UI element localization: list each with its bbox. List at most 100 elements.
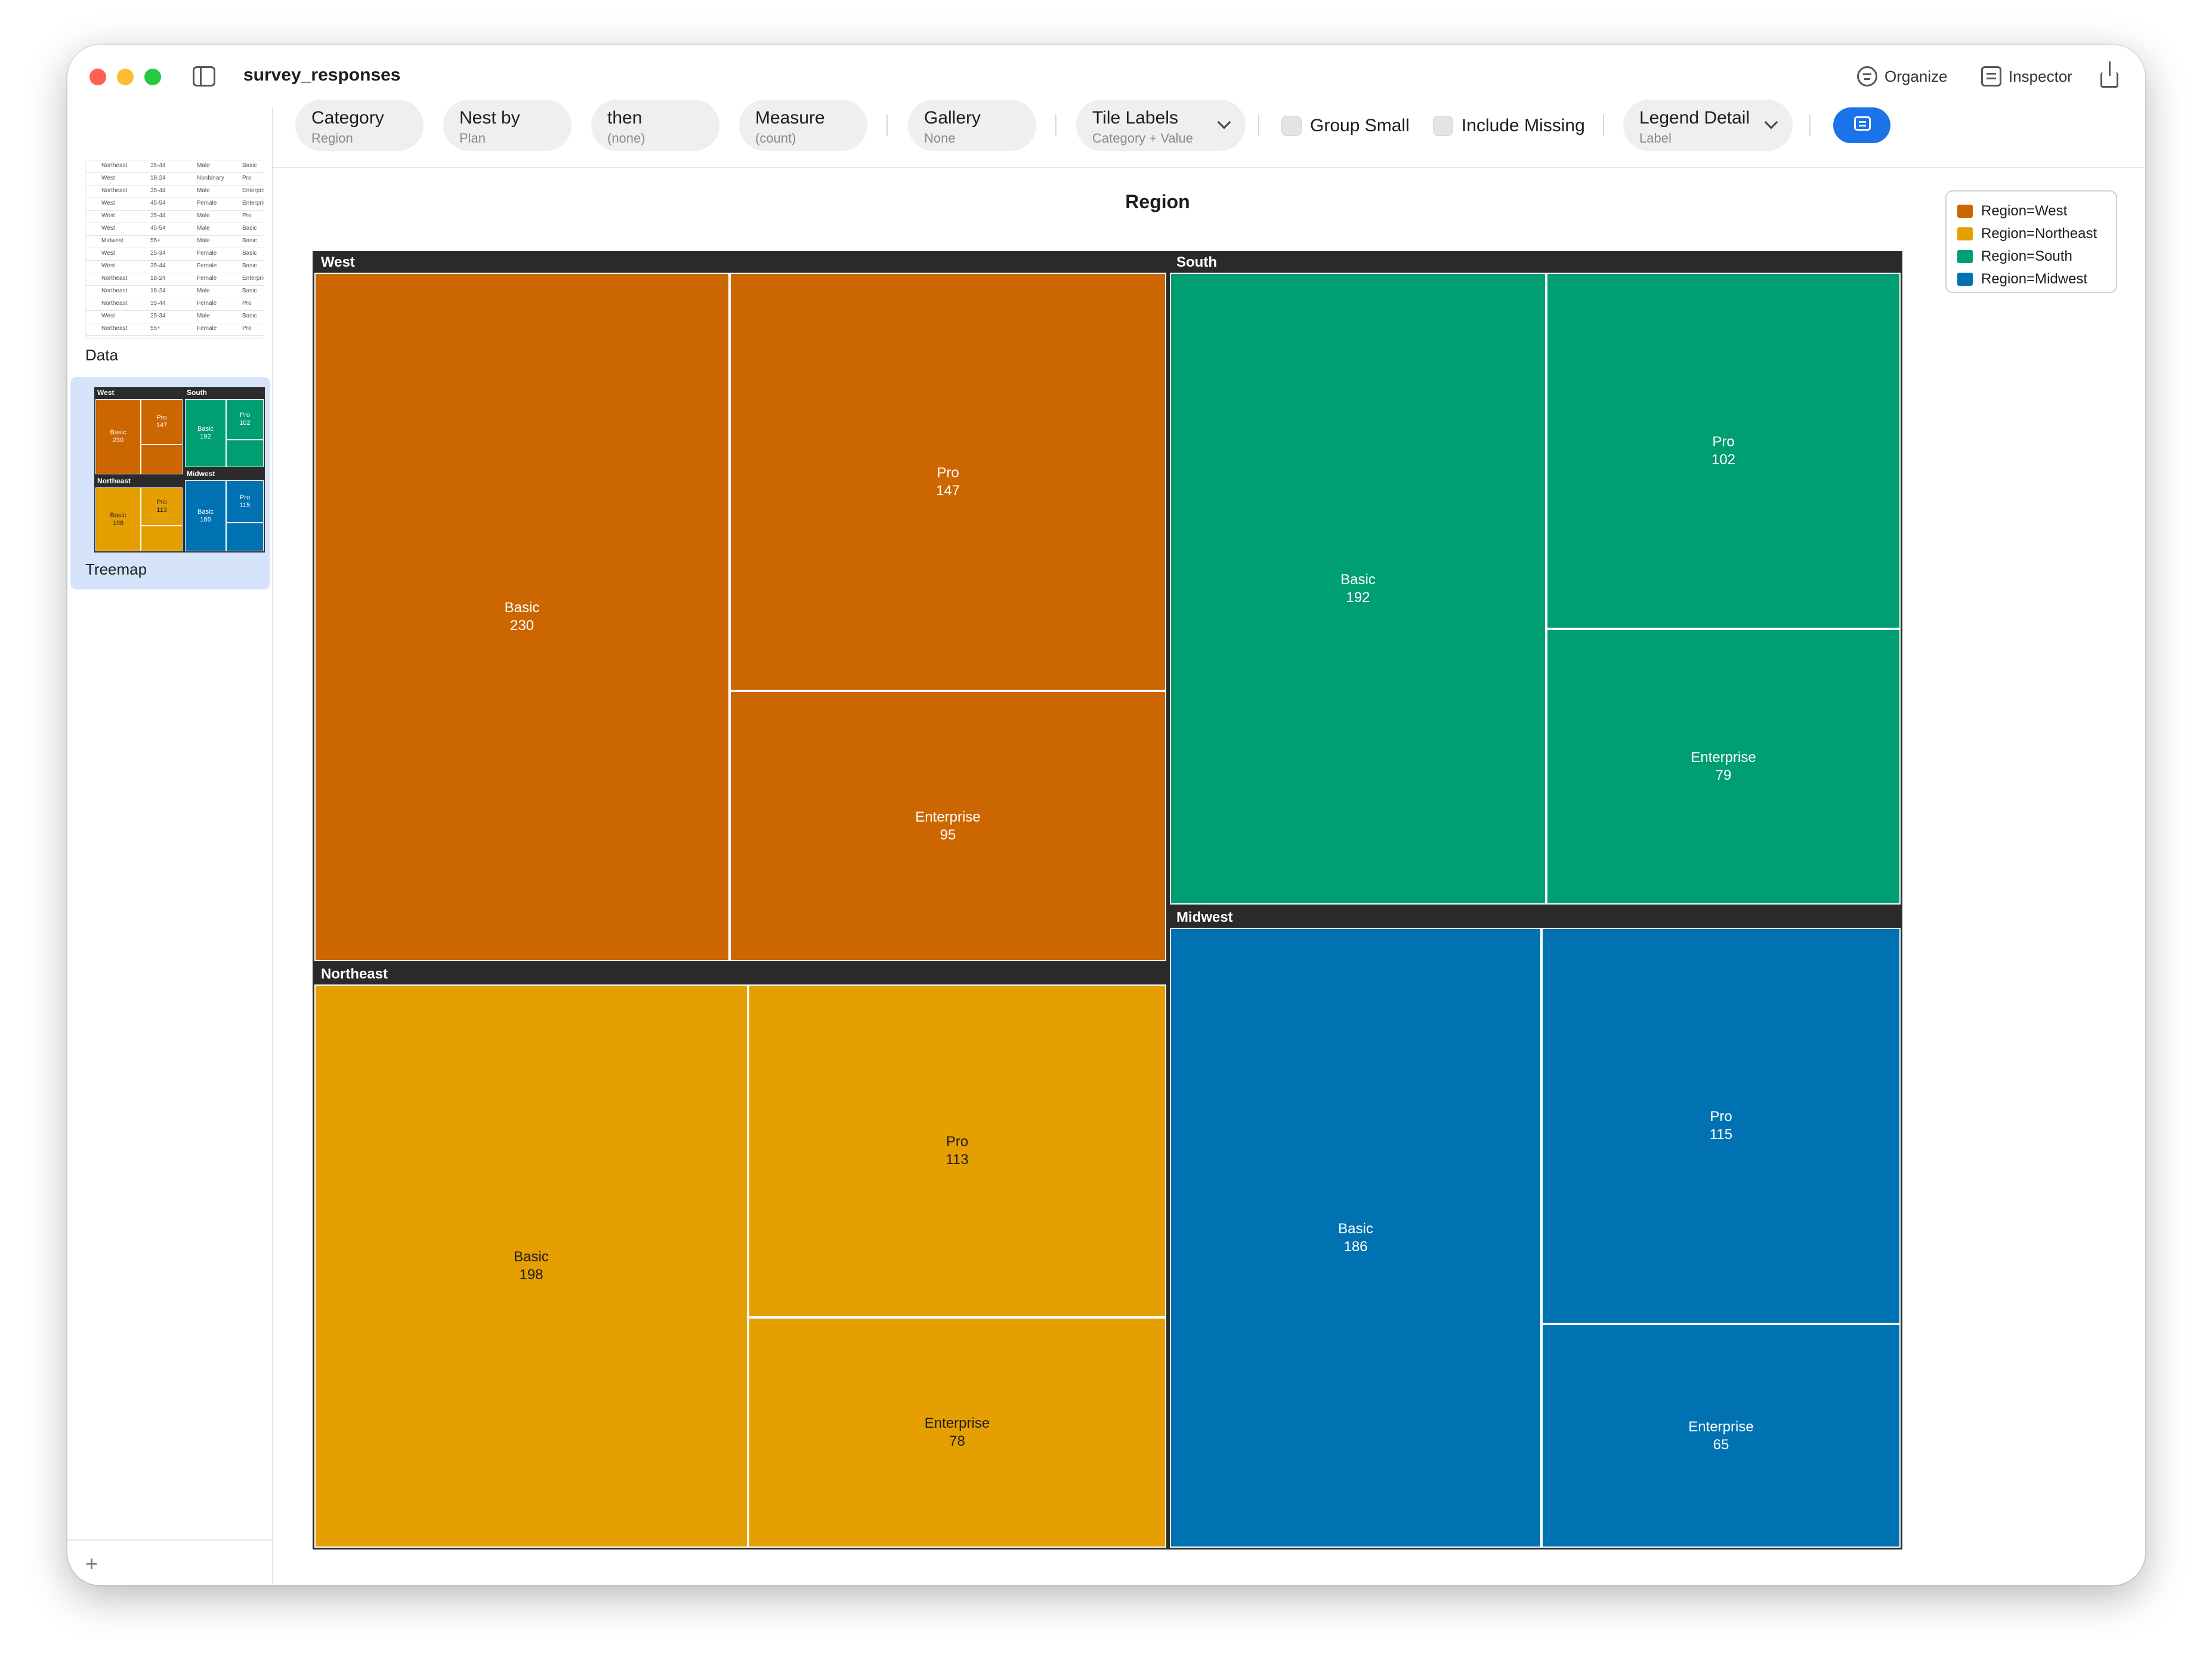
organize-button[interactable]: Organize [1857, 58, 1948, 95]
tile-label: Pro [1712, 433, 1735, 450]
inspector-icon [1981, 66, 2001, 87]
sidebar-item-treemap-label: Treemap [85, 560, 147, 578]
tile-midwest-pro[interactable]: Pro 115 [1541, 928, 1901, 1324]
thumb-tile-value: 192 [200, 433, 211, 440]
tile-west-basic[interactable]: Basic 230 [314, 273, 730, 961]
tile-south-pro[interactable]: Pro 102 [1546, 273, 1901, 629]
category-selector[interactable]: Category Region [295, 100, 424, 151]
close-window-button[interactable] [89, 69, 106, 85]
data-preview-cell: Pro [242, 300, 252, 307]
comment-icon [1854, 116, 1871, 131]
sidebar-item-data[interactable]: Data [85, 346, 118, 365]
thumb-tile-value: 230 [112, 437, 124, 444]
include-missing-checkbox[interactable]: Include Missing [1433, 114, 1585, 138]
tile-value: 95 [940, 826, 956, 843]
data-preview-cell: West [101, 225, 115, 231]
group-small-checkbox[interactable]: Group Small [1281, 114, 1410, 138]
data-preview-cell: 55+ [150, 237, 160, 244]
legend-swatch-south [1957, 250, 1973, 263]
legend-detail-value: Label [1639, 131, 1672, 146]
app-window: survey_responses Organize Inspector Nort… [67, 45, 2145, 1585]
add-sheet-button[interactable]: + [85, 1551, 98, 1576]
gallery-value: None [924, 131, 956, 146]
tile-value: 113 [946, 1152, 969, 1168]
data-preview-cell: 45-54 [150, 225, 166, 231]
tile-labels-value: Category + Value [1092, 131, 1193, 146]
tile-south-basic[interactable]: Basic 192 [1170, 273, 1546, 905]
thumb-tile [226, 440, 264, 467]
legend-swatch-northeast [1957, 227, 1973, 240]
share-button[interactable] [2100, 58, 2118, 95]
thumb-tile-value: 102 [239, 419, 251, 427]
tile-northeast-enterprise[interactable]: Enterprise 78 [748, 1317, 1166, 1548]
data-preview-cell: 35-44 [150, 162, 166, 169]
tile-value: 186 [1343, 1238, 1368, 1255]
data-preview-cell: 25-34 [150, 250, 166, 257]
gallery-label: Gallery [924, 108, 981, 128]
tile-west-pro[interactable]: Pro 147 [730, 273, 1166, 691]
data-preview-cell: Female [197, 325, 217, 332]
nest-by-selector[interactable]: Nest by Plan [443, 100, 571, 151]
measure-selector[interactable]: Measure (count) [739, 100, 867, 151]
then-selector[interactable]: then (none) [591, 100, 719, 151]
thumb-tile-label: Basic [197, 508, 214, 516]
thumb-tile: Basic 230 [95, 399, 141, 474]
minimize-window-button[interactable] [117, 69, 134, 85]
tile-value: 192 [1346, 589, 1370, 606]
region-header-south: South [1176, 254, 1217, 270]
data-preview-cell: Nonbinary [197, 175, 224, 181]
thumb-tile: Basic 186 [185, 480, 226, 551]
data-preview-cell: Female [197, 200, 217, 206]
data-preview-cell: Northeast [101, 288, 128, 294]
data-preview-cell: Enterprise [242, 275, 264, 282]
thumb-tile-value: 115 [239, 501, 251, 509]
tile-south-enterprise[interactable]: Enterprise 79 [1546, 629, 1901, 905]
data-preview-cell: Basic [242, 313, 257, 319]
data-thumbnail[interactable]: Northeast 35-44 Male Basic West 18-24 Nonbinar… [85, 160, 264, 339]
data-preview-cell: Male [197, 212, 210, 219]
data-preview-cell: Northeast [101, 325, 128, 332]
data-preview-cell: West [101, 200, 115, 206]
data-preview-cell: Male [197, 288, 210, 294]
tile-labels-selector[interactable]: Tile Labels Category + Value [1076, 100, 1246, 151]
tile-northeast-basic[interactable]: Basic 198 [314, 984, 748, 1548]
legend-detail-selector[interactable]: Legend Detail Label [1623, 100, 1793, 151]
data-preview-cell: Basic [242, 237, 257, 244]
tile-value: 230 [509, 618, 535, 634]
data-preview-cell: Basic [242, 250, 257, 257]
tile-label: Enterprise [924, 1415, 990, 1431]
data-preview-cell: Female [197, 263, 217, 269]
data-preview-row: West 25-34 Female Basic [86, 248, 264, 261]
tile-midwest-basic[interactable]: Basic 186 [1170, 928, 1541, 1548]
data-preview-cell: 18-24 [150, 275, 166, 282]
data-preview-cell: 55+ [150, 325, 160, 332]
tile-northeast-pro[interactable]: Pro 113 [748, 984, 1166, 1317]
category-label: Category [311, 108, 384, 128]
toolbar-separator [1258, 115, 1259, 136]
tile-midwest-enterprise[interactable]: Enterprise 65 [1541, 1324, 1901, 1548]
zoom-window-button[interactable] [144, 69, 161, 85]
toolbar-separator [1809, 115, 1811, 136]
region-header-west: West [321, 254, 355, 270]
data-preview-row: West 25-34 Male Basic [86, 311, 264, 323]
tile-label: Basic [504, 600, 540, 616]
data-preview-row: Midwest 55+ Male Basic [86, 236, 264, 248]
data-preview-cell: 35-44 [150, 187, 166, 194]
inspector-button[interactable]: Inspector [1981, 58, 2072, 95]
region-header-midwest: Midwest [1176, 909, 1233, 925]
tile-west-enterprise[interactable]: Enterprise 95 [730, 691, 1166, 961]
thumb-tile-label: Pro [156, 414, 167, 421]
gallery-selector[interactable]: Gallery None [908, 100, 1036, 151]
tile-label: Pro [1710, 1109, 1732, 1125]
include-missing-checkbox-box[interactable] [1433, 116, 1453, 136]
sidebar-item-treemap[interactable]: West Basic 230 Pro 147 South Basic 192 Pro 102 Nor… [70, 377, 270, 589]
data-preview-row: Northeast 35-44 Male Enterprise [86, 186, 264, 198]
comment-button[interactable] [1833, 107, 1890, 143]
tile-label: Pro [937, 464, 959, 481]
data-preview-cell: 45-54 [150, 200, 166, 206]
measure-label: Measure [755, 108, 825, 128]
data-preview-cell: Northeast [101, 162, 128, 169]
data-preview-row: Northeast 55+ Female Pro [86, 323, 264, 336]
sidebar-toggle-icon[interactable] [193, 66, 215, 87]
group-small-checkbox-box[interactable] [1281, 116, 1302, 136]
